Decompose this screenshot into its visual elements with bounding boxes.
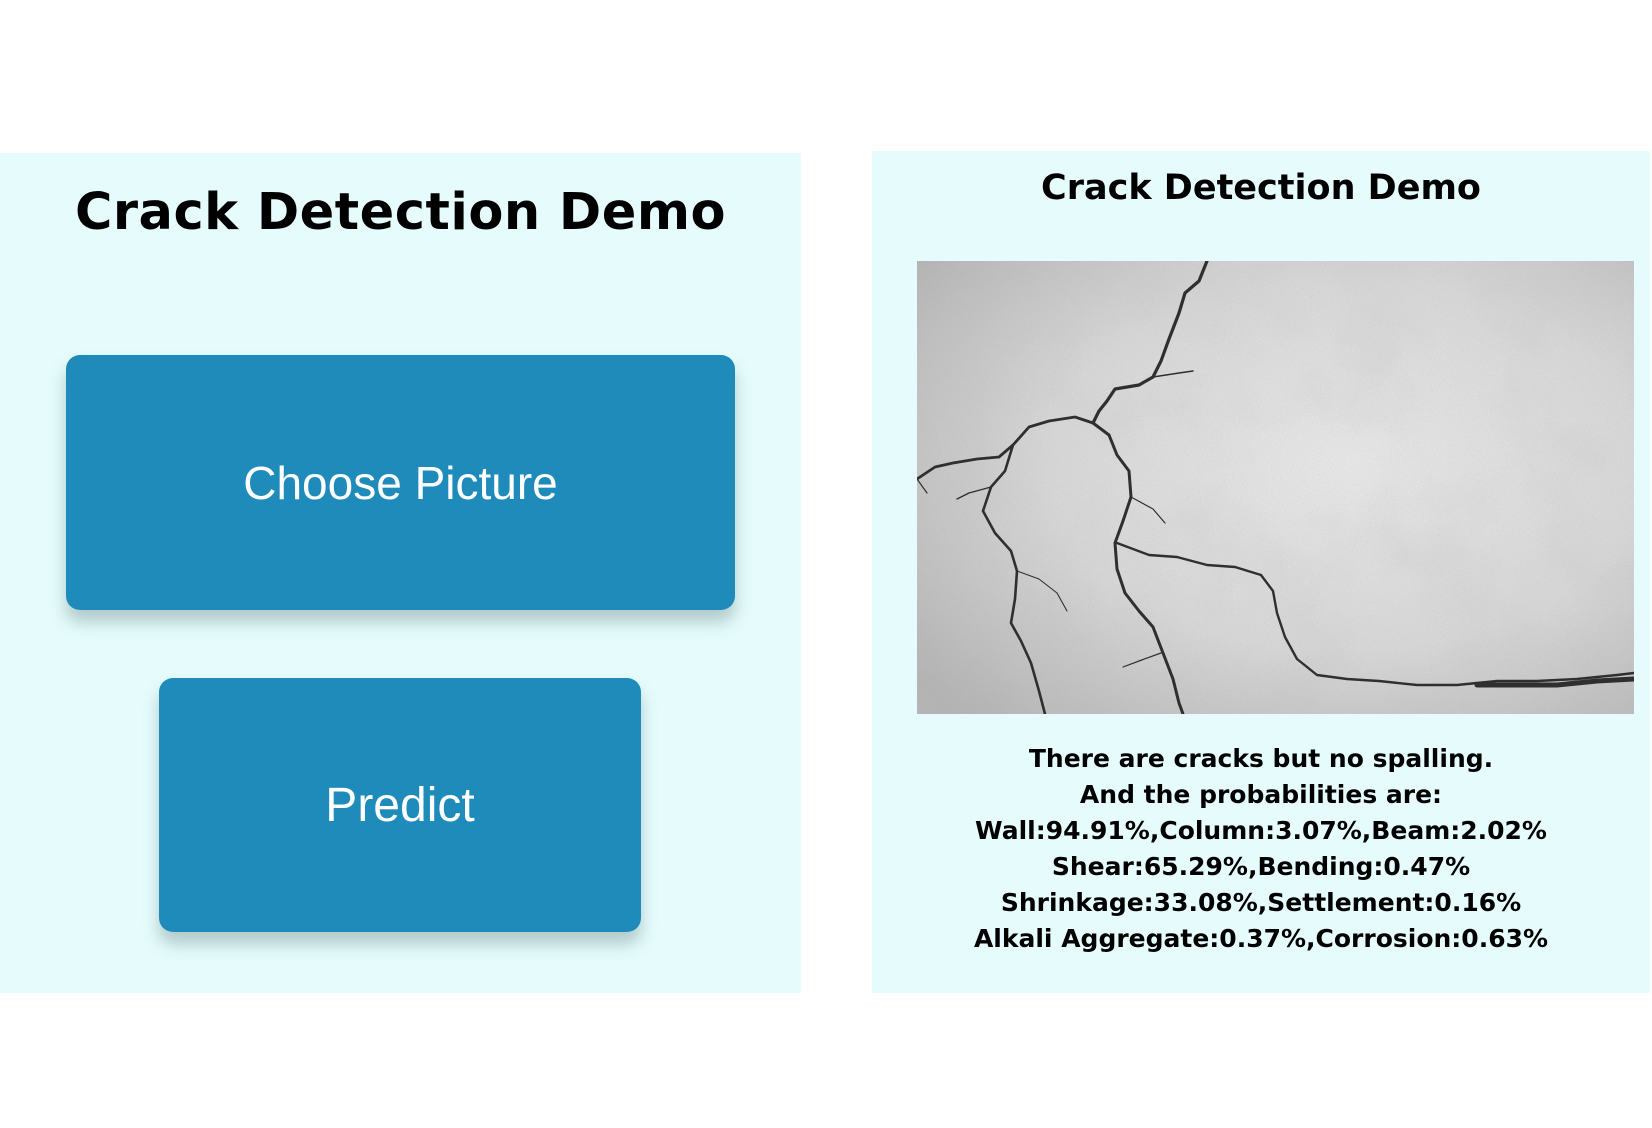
crack-photo <box>917 261 1634 714</box>
predict-button[interactable]: Predict <box>159 678 641 932</box>
result-line: There are cracks but no spalling. <box>1028 744 1494 773</box>
choose-picture-button[interactable]: Choose Picture <box>66 355 735 610</box>
result-line: Alkali Aggregate:0.37%,Corrosion:0.63% <box>973 924 1549 953</box>
left-app-title: Crack Detection Demo <box>74 183 727 242</box>
result-line: And the probabilities are: <box>1079 780 1443 809</box>
result-line: Shrinkage:33.08%,Settlement:0.16% <box>1000 888 1522 917</box>
right-app-title: Crack Detection Demo <box>1041 168 1481 208</box>
result-line: Shear:65.29%,Bending:0.47% <box>1051 852 1471 881</box>
result-line: Wall:94.91%,Column:3.07%,Beam:2.02% <box>975 816 1547 845</box>
prediction-result: There are cracks but no spalling. And th… <box>872 741 1650 957</box>
